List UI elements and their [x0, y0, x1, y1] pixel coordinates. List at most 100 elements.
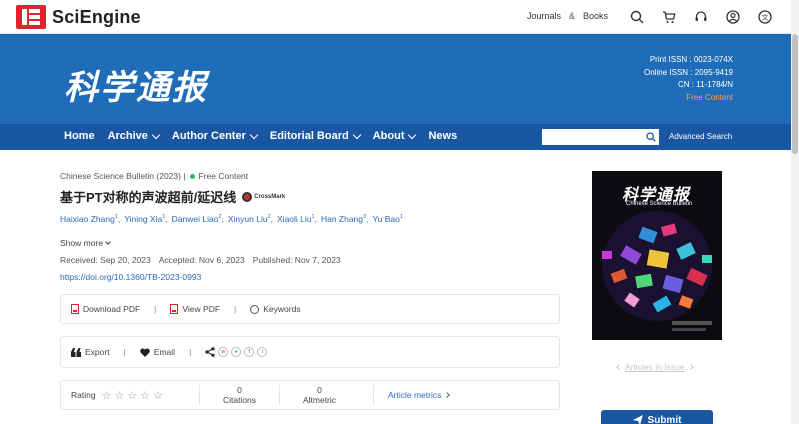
nav-author-center[interactable]: Author Center: [172, 130, 259, 142]
nav-news[interactable]: News: [428, 130, 457, 142]
access-label: Free Content: [198, 171, 249, 181]
citations-count: 0: [237, 385, 242, 395]
article-metrics-link[interactable]: Article metrics: [373, 385, 451, 405]
altmetric-label: Altmetric: [302, 395, 337, 405]
site-logo[interactable]: SciEngine: [16, 5, 141, 29]
altmetric-stat: 0 Altmetric: [279, 385, 359, 405]
pdf-icon: [170, 304, 179, 314]
language-icon[interactable]: 文: [756, 8, 774, 26]
nav-separator: &: [569, 11, 576, 21]
pdf-icon: [71, 304, 79, 314]
author-link[interactable]: Yining Xia1,: [124, 214, 167, 224]
journals-link[interactable]: Journals: [527, 11, 561, 21]
search-icon[interactable]: [628, 8, 646, 26]
scrollbar-thumb[interactable]: [792, 34, 798, 154]
top-bar: SciEngine Journals & Books 文: [0, 0, 799, 34]
chevron-right-icon: [444, 392, 451, 398]
show-more-button[interactable]: Show more: [60, 238, 111, 248]
nav-home[interactable]: Home: [64, 130, 95, 142]
cart-icon[interactable]: [660, 8, 678, 26]
keywords-icon: [250, 304, 260, 314]
received-date: Received: Sep 20, 2023: [60, 255, 151, 265]
citations-stat: 0 Citations: [199, 385, 279, 405]
chevron-down-icon: [352, 130, 361, 139]
page-scrollbar[interactable]: [791, 0, 799, 424]
free-access-dot-icon: [189, 173, 195, 179]
books-link[interactable]: Books: [583, 11, 608, 21]
heart-icon: [140, 347, 150, 357]
export-button[interactable]: Export: [71, 347, 110, 357]
nav-about[interactable]: About: [373, 130, 417, 142]
journal-info: Chinese Science Bulletin (2023) | Free C…: [60, 171, 248, 181]
altmetric-count: 0: [317, 385, 322, 395]
twitter-icon[interactable]: t: [257, 347, 268, 357]
view-pdf-button[interactable]: View PDF: [170, 304, 220, 314]
rating-stars[interactable]: ☆ ☆ ☆ ☆ ☆: [102, 389, 163, 402]
cover-artwork: [592, 211, 722, 340]
svg-text:文: 文: [762, 13, 769, 22]
weibo-icon[interactable]: w: [218, 347, 229, 357]
metrics-panel: Rating ☆ ☆ ☆ ☆ ☆ 0 Citations 0 Altmetric…: [60, 380, 560, 410]
author-link[interactable]: Xinyun Liu2,: [228, 214, 273, 224]
nav-archive[interactable]: Archive: [108, 130, 161, 142]
star-icon[interactable]: ☆: [114, 389, 124, 402]
search-button[interactable]: [643, 129, 659, 145]
doi-link[interactable]: https://doi.org/10.1360/TB-2023-0993: [60, 272, 201, 282]
top-nav: Journals & Books: [527, 11, 608, 21]
chevron-down-icon: [105, 239, 111, 245]
logo-text: SciEngine: [52, 6, 141, 27]
chevron-down-icon: [249, 130, 259, 139]
wechat-icon[interactable]: ●: [231, 347, 242, 357]
author-link[interactable]: Danwei Liao2,: [172, 214, 224, 224]
support-headset-icon[interactable]: [692, 8, 710, 26]
advanced-search-link[interactable]: Advanced Search: [669, 132, 732, 141]
submit-button[interactable]: Submit: [601, 410, 713, 424]
issn-block: Print ISSN : 0023-074X Online ISSN : 209…: [644, 54, 733, 104]
download-pdf-button[interactable]: Download PDF: [71, 304, 140, 314]
star-icon[interactable]: ☆: [140, 389, 150, 402]
pdf-actions-panel: Download PDF | View PDF | Keywords: [60, 294, 560, 324]
journal-cover[interactable]: 科学通报 Chinese Science Bulletin: [592, 171, 722, 340]
free-content-label: Free Content: [686, 92, 733, 102]
chevron-left-icon: [616, 364, 622, 370]
top-icons: 文: [628, 8, 774, 26]
share-button[interactable]: [205, 347, 215, 357]
user-account-icon[interactable]: [724, 8, 742, 26]
quote-icon: [71, 347, 81, 357]
journal-banner: 科学通报 Print ISSN : 0023-074X Online ISSN …: [0, 34, 799, 124]
email-button[interactable]: Email: [140, 347, 175, 357]
send-icon: [632, 415, 643, 424]
online-issn: Online ISSN : 2095-9419: [644, 67, 733, 77]
author-link[interactable]: Haixiao Zhang1,: [60, 214, 120, 224]
author-link[interactable]: Yu Bao1: [372, 214, 402, 224]
nav-editorial-board[interactable]: Editorial Board: [270, 130, 361, 142]
article-title: 基于PT对称的声波超前/延迟线: [60, 190, 237, 205]
facebook-icon[interactable]: f: [244, 347, 255, 357]
author-list: Haixiao Zhang1, Yining Xia1, Danwei Liao…: [60, 214, 403, 224]
author-link[interactable]: Han Zhang3,: [321, 214, 369, 224]
search-input[interactable]: [542, 129, 659, 145]
citations-label: Citations: [222, 395, 257, 405]
chevron-down-icon: [151, 130, 161, 139]
search-icon: [646, 132, 656, 142]
separator: |: [234, 304, 237, 314]
article-title-row: 基于PT对称的声波超前/延迟线 CrossMark: [60, 187, 285, 206]
author-link[interactable]: Xiaoli Liu1,: [277, 214, 317, 224]
main-nav: Home Archive Author Center Editorial Boa…: [0, 124, 799, 150]
star-icon[interactable]: ☆: [153, 389, 163, 402]
star-icon[interactable]: ☆: [102, 389, 112, 402]
articles-in-issue-nav[interactable]: Articles in Issue: [616, 362, 694, 372]
chevron-down-icon: [408, 130, 417, 139]
keywords-button[interactable]: Keywords: [250, 304, 301, 314]
journal-year: Chinese Science Bulletin (2023) |: [60, 171, 186, 181]
cover-subtitle: Chinese Science Bulletin: [626, 201, 693, 207]
published-date: Published: Nov 7, 2023: [252, 255, 341, 265]
journal-title: 科学通报: [64, 68, 208, 108]
rating-label: Rating: [71, 390, 96, 400]
share-icon: [205, 347, 215, 357]
share-actions-panel: Export | Email | w ● f t: [60, 336, 560, 368]
article-dates: Received: Sep 20, 2023 Accepted: Nov 6, …: [60, 255, 341, 265]
chevron-right-icon: [687, 364, 694, 370]
crossmark-badge[interactable]: CrossMark: [242, 191, 285, 202]
star-icon[interactable]: ☆: [127, 389, 137, 402]
